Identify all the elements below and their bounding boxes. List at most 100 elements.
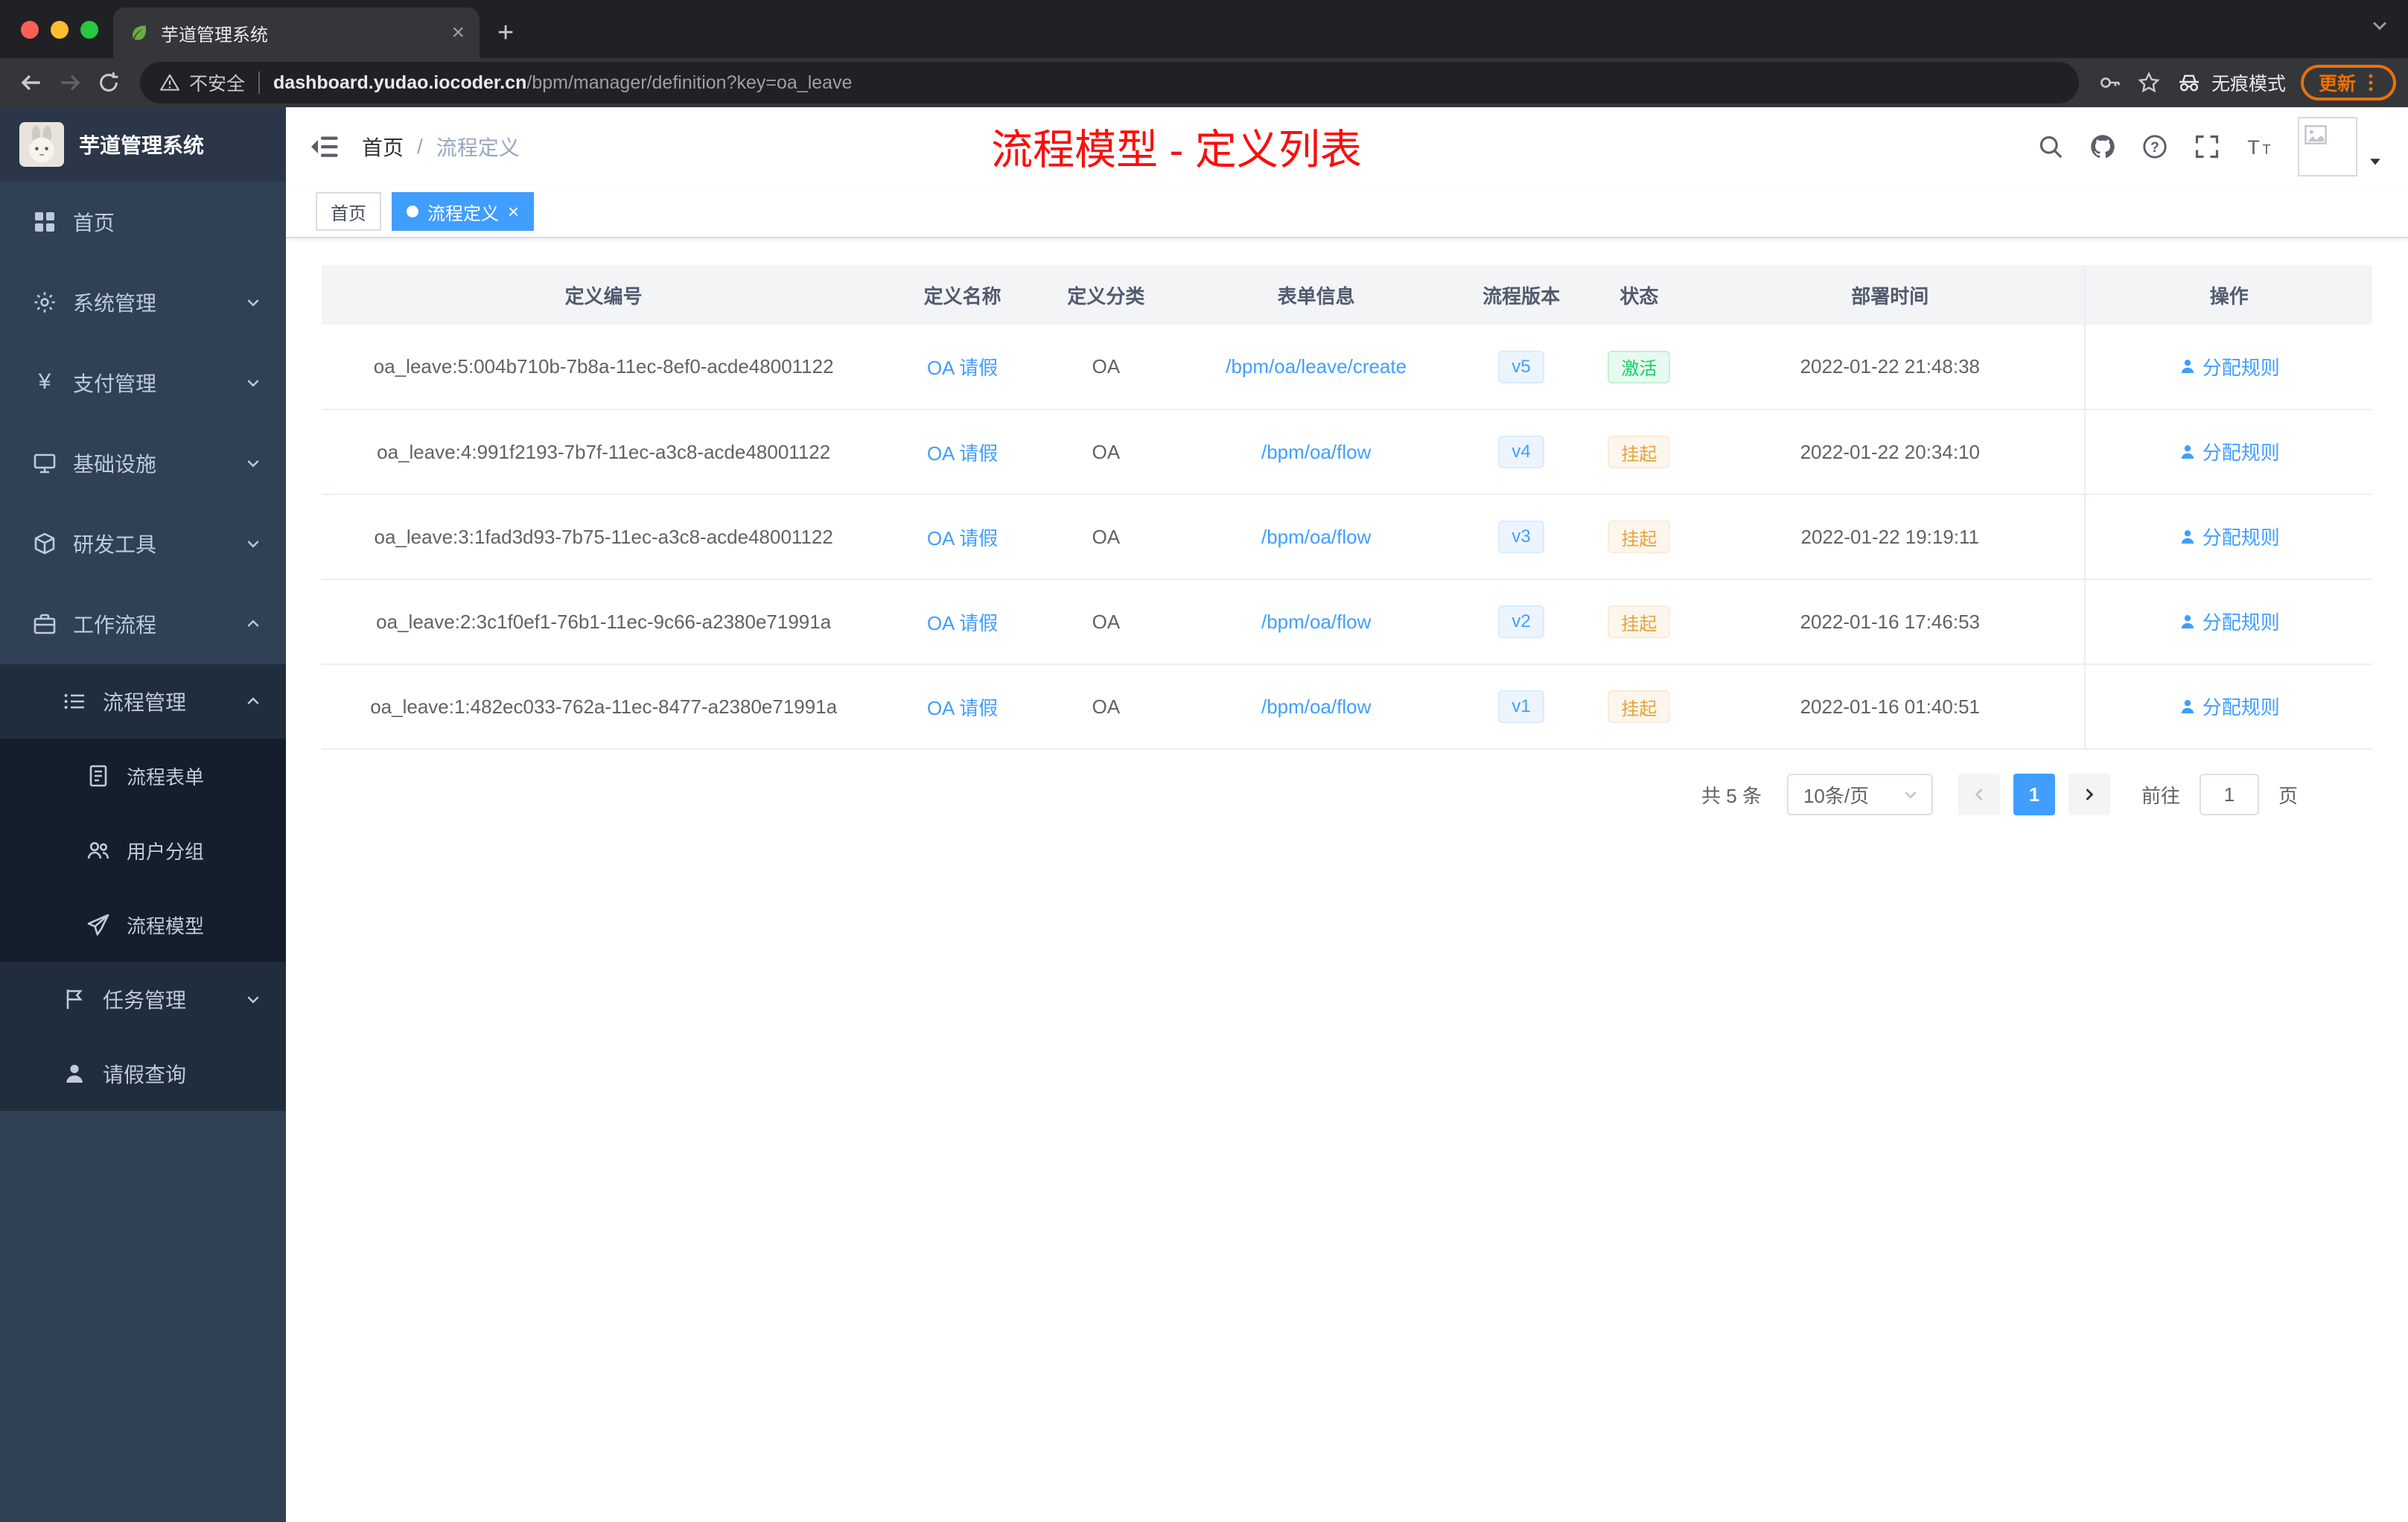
search-icon[interactable]	[2037, 133, 2064, 160]
sidebar-item-label: 请假查询	[103, 1063, 187, 1086]
chevron-down-icon	[247, 299, 259, 307]
breadcrumb-home[interactable]: 首页	[362, 132, 404, 162]
sidebar-item-home[interactable]: 首页	[0, 182, 286, 262]
definition-category: OA	[1039, 664, 1173, 750]
user-icon	[66, 1065, 83, 1083]
caret-down-icon	[2370, 159, 2380, 165]
svg-text:T: T	[2247, 136, 2260, 159]
help-icon[interactable]: ?	[2141, 133, 2168, 160]
browser-menu-update-button[interactable]: 更新	[2300, 65, 2396, 101]
prev-page-button[interactable]	[1958, 774, 2000, 815]
definition-category: OA	[1039, 579, 1173, 665]
form-info-link[interactable]: /bpm/oa/flow	[1261, 441, 1371, 463]
table-row: oa_leave:1:482ec033-762a-11ec-8477-a2380…	[322, 664, 2372, 750]
sidebar-item-label: 流程表单	[127, 765, 205, 789]
form-info-link[interactable]: /bpm/oa/flow	[1261, 611, 1371, 633]
chevron-up-icon	[247, 620, 259, 627]
sidebar-item-infrastructure[interactable]: 基础设施	[0, 423, 286, 503]
definition-name-link[interactable]: OA 请假	[927, 527, 998, 550]
form-info-link[interactable]: /bpm/oa/leave/create	[1226, 355, 1407, 378]
chevron-right-icon	[2086, 789, 2094, 800]
assign-rule-button[interactable]: 分配规则	[2179, 523, 2280, 550]
leaf-favicon	[133, 25, 147, 40]
warning-icon	[160, 74, 179, 91]
new-tab-button[interactable]: +	[497, 17, 514, 49]
app-navbar: 首页 / 流程定义 流程模型 - 定义列表 ? TT	[286, 107, 2408, 186]
sidebar-item-label: 系统管理	[73, 292, 157, 315]
close-tab-icon[interactable]: ×	[451, 22, 465, 44]
chevron-down-icon	[247, 380, 259, 387]
sidebar-item-task-management[interactable]: 任务管理	[0, 962, 286, 1037]
incognito-badge: 无痕模式	[2177, 69, 2286, 96]
reload-icon[interactable]	[89, 63, 128, 102]
table-row: oa_leave:2:3c1f0ef1-76b1-11ec-9c66-a2380…	[322, 579, 2372, 665]
sidebar-menu: 首页 系统管理 ¥ 支付管理 基础设施 研发工具 工作流程 流程管理 流程表单 …	[0, 182, 286, 1111]
table-row: oa_leave:4:991f2193-7b7f-11ec-a3c8-acde4…	[322, 410, 2372, 495]
goto-label: 前往	[2141, 784, 2180, 807]
sidebar-item-label: 流程模型	[127, 914, 205, 937]
svg-text:T: T	[2263, 142, 2271, 157]
paper-plane-icon	[87, 914, 109, 936]
incognito-icon	[2179, 74, 2199, 92]
column-header-actions: 操作	[2084, 265, 2372, 325]
next-page-button[interactable]	[2068, 774, 2110, 815]
zoom-window-button[interactable]	[80, 21, 98, 39]
github-icon[interactable]	[2089, 133, 2116, 160]
avatar	[2298, 117, 2357, 176]
key-icon[interactable]	[2091, 63, 2130, 102]
sidebar-item-user-group[interactable]: 用户分组	[0, 813, 286, 888]
user-icon	[2181, 445, 2194, 459]
browser-tab[interactable]: 芋道管理系统 ×	[113, 7, 480, 58]
minimize-window-button[interactable]	[51, 21, 69, 39]
sidebar-item-process-management[interactable]: 流程管理	[0, 664, 286, 739]
assign-rule-button[interactable]: 分配规则	[2179, 608, 2280, 635]
definition-table: 定义编号 定义名称 定义分类 表单信息 流程版本 状态 部署时间 操作 oa_l…	[322, 265, 2372, 750]
tag-process-definition[interactable]: 流程定义 ×	[392, 192, 535, 231]
assign-rule-button[interactable]: 分配规则	[2179, 353, 2280, 380]
address-bar[interactable]: 不安全 dashboard.yudao.iocoder.cn /bpm/mana…	[140, 62, 2079, 104]
deploy-time: 2022-01-22 21:48:38	[1695, 325, 2086, 410]
sidebar-item-workflow[interactable]: 工作流程	[0, 584, 286, 664]
tag-home[interactable]: 首页	[316, 192, 381, 231]
sidebar-item-process-form[interactable]: 流程表单	[0, 739, 286, 813]
version-tag: v4	[1498, 436, 1544, 468]
cube-icon	[34, 532, 55, 555]
close-window-button[interactable]	[21, 21, 39, 39]
form-info-link[interactable]: /bpm/oa/flow	[1261, 695, 1371, 718]
navbar-actions: ? TT	[2037, 117, 2384, 176]
back-icon[interactable]	[12, 63, 51, 102]
definition-name-link[interactable]: OA 请假	[927, 357, 998, 379]
user-avatar-menu[interactable]	[2298, 117, 2384, 176]
status-tag: 挂起	[1608, 605, 1671, 638]
chevron-up-icon	[247, 697, 259, 704]
sidebar-item-process-model[interactable]: 流程模型	[0, 888, 286, 962]
workflow-submenu: 流程管理 流程表单 用户分组 流程模型 任务管理 请假查询	[0, 664, 286, 1111]
url-host: dashboard.yudao.iocoder.cn	[273, 71, 527, 93]
sidebar-item-payment-management[interactable]: ¥ 支付管理	[0, 343, 286, 423]
page-size-select[interactable]: 10条/页	[1786, 774, 1933, 815]
status-tag: 挂起	[1608, 436, 1671, 468]
form-info-link[interactable]: /bpm/oa/flow	[1261, 526, 1371, 548]
app-logo: 芋道管理系统	[0, 107, 286, 182]
sidebar-item-leave-query[interactable]: 请假查询	[0, 1037, 286, 1111]
fullscreen-icon[interactable]	[2194, 133, 2220, 160]
incognito-label: 无痕模式	[2211, 74, 2286, 95]
font-size-icon[interactable]: TT	[2246, 133, 2272, 160]
user-icon	[2181, 699, 2194, 713]
bookmark-star-icon[interactable]	[2130, 63, 2168, 102]
sidebar-fold-icon[interactable]	[310, 132, 340, 162]
sidebar-item-system-management[interactable]: 系统管理	[0, 262, 286, 343]
definition-name-link[interactable]: OA 请假	[927, 697, 998, 719]
close-tag-icon[interactable]: ×	[508, 202, 519, 221]
assign-rule-button[interactable]: 分配规则	[2179, 692, 2280, 720]
goto-page-input[interactable]	[2199, 774, 2259, 815]
page-number-button[interactable]: 1	[2013, 774, 2055, 815]
assign-rule-button[interactable]: 分配规则	[2179, 438, 2280, 465]
sidebar-item-label: 工作流程	[73, 614, 157, 637]
forward-icon[interactable]	[51, 63, 89, 102]
tab-search-icon[interactable]	[2369, 15, 2390, 36]
user-icon	[2181, 529, 2194, 544]
definition-name-link[interactable]: OA 请假	[927, 442, 998, 465]
sidebar-item-dev-tools[interactable]: 研发工具	[0, 503, 286, 584]
definition-name-link[interactable]: OA 请假	[927, 612, 998, 634]
